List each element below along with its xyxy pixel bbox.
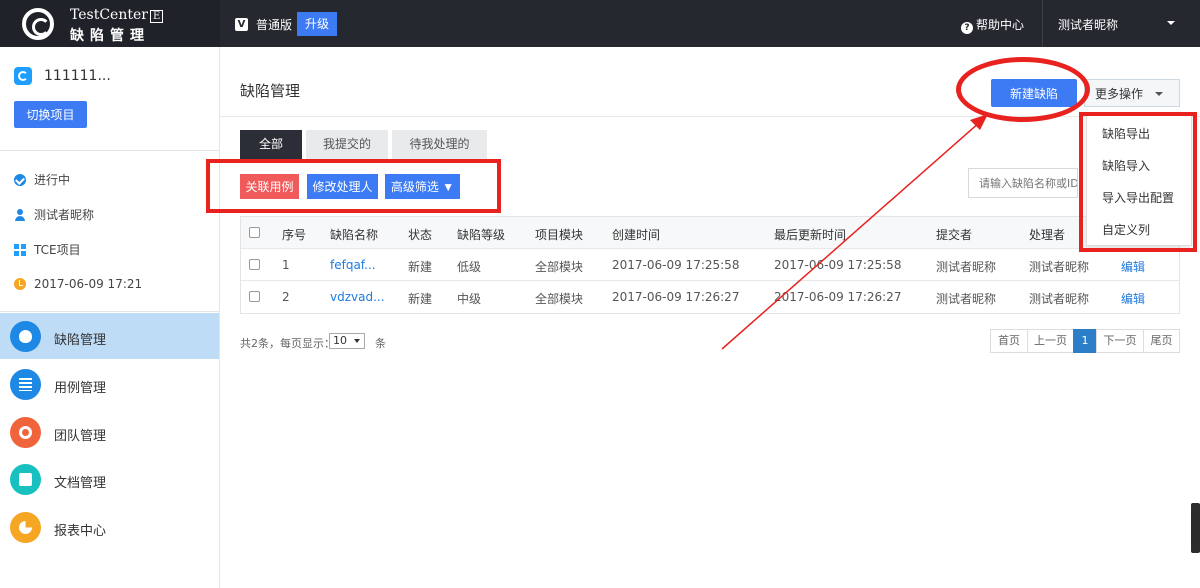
- annotation-arrow: [721, 114, 988, 350]
- scrollbar-thumb[interactable]: [1191, 503, 1200, 553]
